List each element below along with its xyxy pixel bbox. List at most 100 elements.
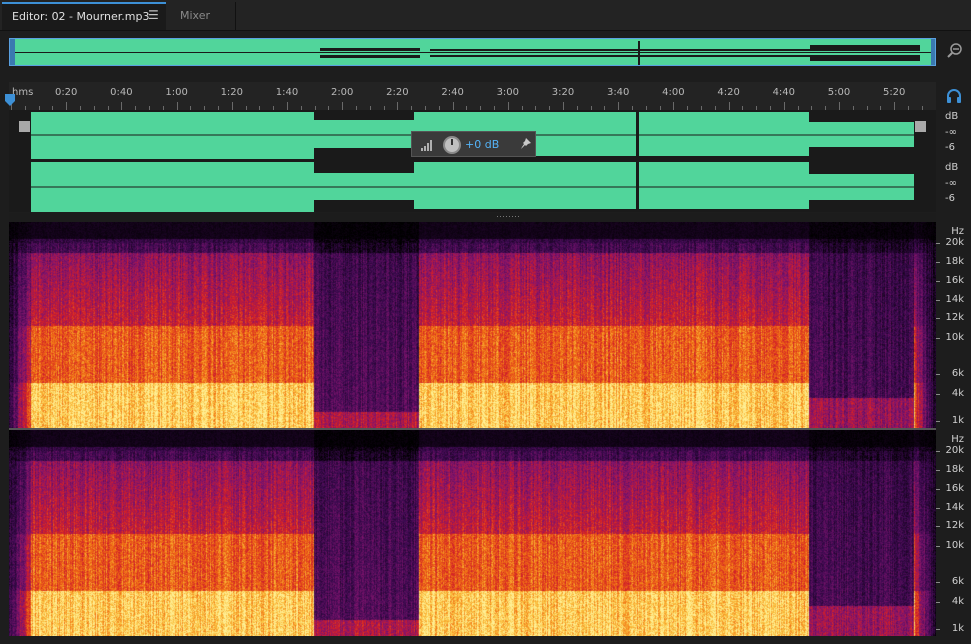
ruler-tick-label: 3:20 [551, 87, 575, 98]
db-inf-top: -∞ [945, 127, 957, 138]
ruler-tick [563, 102, 564, 110]
ruler-tick [452, 102, 454, 110]
spectrogram-canvas [9, 430, 936, 636]
hz-tick [936, 546, 940, 547]
hz-tick [936, 318, 940, 319]
spectral-display-left[interactable] [9, 222, 936, 428]
hz-label: 6k [951, 576, 964, 587]
tab-editor[interactable]: Editor: 02 - Mourner.mp3 ☰ [2, 2, 166, 30]
hz-label: 6k [951, 368, 964, 379]
ruler-tick [342, 102, 344, 110]
hz-tick [936, 629, 940, 630]
hz-label: 10k [945, 332, 964, 343]
ruler-tick [121, 102, 123, 110]
playhead-icon[interactable] [4, 94, 16, 106]
db-unit-bottom: dB [945, 162, 959, 173]
hz-label: 1k [951, 415, 964, 426]
ruler-tick [783, 102, 785, 110]
hz-tick [936, 582, 940, 583]
ruler-tick [618, 102, 620, 110]
ruler-tick-label: 0:40 [110, 87, 133, 98]
hz-label: 20k [945, 237, 964, 248]
tab-mixer-label: Mixer [180, 9, 211, 22]
hz-tick [936, 281, 940, 282]
ruler-tick [231, 102, 233, 110]
fade-in-handle[interactable] [19, 121, 30, 132]
ruler-tick [673, 102, 675, 110]
hz-tick [936, 338, 940, 339]
tab-mixer[interactable]: Mixer [168, 2, 236, 30]
spectrogram-canvas [9, 222, 936, 428]
hz-tick [936, 526, 940, 527]
overview-navigator[interactable] [9, 38, 936, 66]
gain-hud[interactable]: +0 dB [411, 131, 536, 157]
pin-icon[interactable] [520, 138, 532, 150]
ruler-tick-label: 4:40 [772, 87, 796, 98]
waveform-channels [9, 110, 936, 212]
ruler-tick [397, 102, 399, 110]
db-minus6-bottom: -6 [945, 193, 955, 204]
hz-tick [936, 421, 940, 422]
panel-splitter[interactable] [9, 213, 936, 222]
hz-label: 18k [945, 464, 964, 475]
hz-tick [936, 374, 940, 375]
overview-waveform [10, 39, 935, 65]
spectral-display-right[interactable] [9, 430, 936, 636]
hz-label: 16k [945, 483, 964, 494]
hz-label: 1k [951, 623, 964, 634]
db-inf-bottom: -∞ [945, 178, 957, 189]
zoom-out-icon[interactable] [944, 40, 966, 62]
hz-label: 18k [945, 256, 964, 267]
ruler-tick [894, 102, 896, 110]
hz-tick [936, 451, 940, 452]
gain-knob-icon[interactable] [442, 135, 462, 155]
hz-tick [936, 394, 940, 395]
waveform-display[interactable] [9, 110, 936, 212]
ruler-tick-label: 1:00 [165, 87, 188, 98]
level-meter-icon [421, 140, 432, 151]
hz-label: 12k [945, 312, 964, 323]
fade-out-handle[interactable] [915, 121, 926, 132]
hz-label: 12k [945, 520, 964, 531]
db-minus6-top: -6 [945, 142, 955, 153]
hz-tick [936, 300, 940, 301]
ruler-tick-label: 1:40 [275, 87, 299, 98]
ruler-tick [66, 102, 68, 110]
ruler-tick-label: 2:00 [330, 87, 354, 98]
hz-label: 20k [945, 445, 964, 456]
ruler-tick-label: 0:20 [54, 87, 78, 98]
ruler-tick-label: 2:20 [386, 87, 409, 98]
hz-label: 14k [945, 502, 964, 513]
headphones-icon[interactable] [946, 88, 962, 104]
hz-label: 16k [945, 275, 964, 286]
ruler-tick [839, 102, 840, 110]
ruler-tick [728, 102, 730, 110]
ruler-tick-label: 4:00 [662, 87, 685, 98]
splitter-grip-icon[interactable] [497, 215, 521, 219]
time-ruler[interactable]: hms 0:20 0:40 1:00 1:20 1:40 2:00 2:20 2:40 3:00… [9, 82, 936, 110]
hz-label: 4k [951, 388, 964, 399]
ruler-tick-label: 5:20 [882, 87, 906, 98]
ruler-tick-label: 1:20 [220, 87, 244, 98]
ruler-tick-label: 5:00 [827, 87, 851, 98]
tab-menu-icon[interactable]: ☰ [148, 8, 159, 22]
db-unit-top: dB [945, 111, 959, 122]
hz-label: 4k [951, 596, 964, 607]
ruler-tick-label: 4:20 [717, 87, 740, 98]
hz-unit: Hz [951, 434, 964, 445]
ruler-tick-label: 3:40 [606, 87, 630, 98]
ruler-tick [507, 102, 509, 110]
ruler-tick-label: 2:40 [441, 87, 464, 98]
hz-tick [936, 602, 940, 603]
gain-value[interactable]: +0 dB [465, 138, 499, 151]
hz-tick [936, 262, 940, 263]
tab-editor-label: Editor: 02 - Mourner.mp3 [12, 10, 150, 23]
hz-label: 14k [945, 294, 964, 305]
ruler-tick [176, 102, 178, 110]
hz-label: 10k [945, 540, 964, 551]
hz-tick [936, 470, 940, 471]
ruler-tick-label: 3:00 [496, 87, 520, 98]
ruler-tick [287, 102, 288, 110]
hz-tick [936, 489, 940, 490]
hz-tick [936, 508, 940, 509]
